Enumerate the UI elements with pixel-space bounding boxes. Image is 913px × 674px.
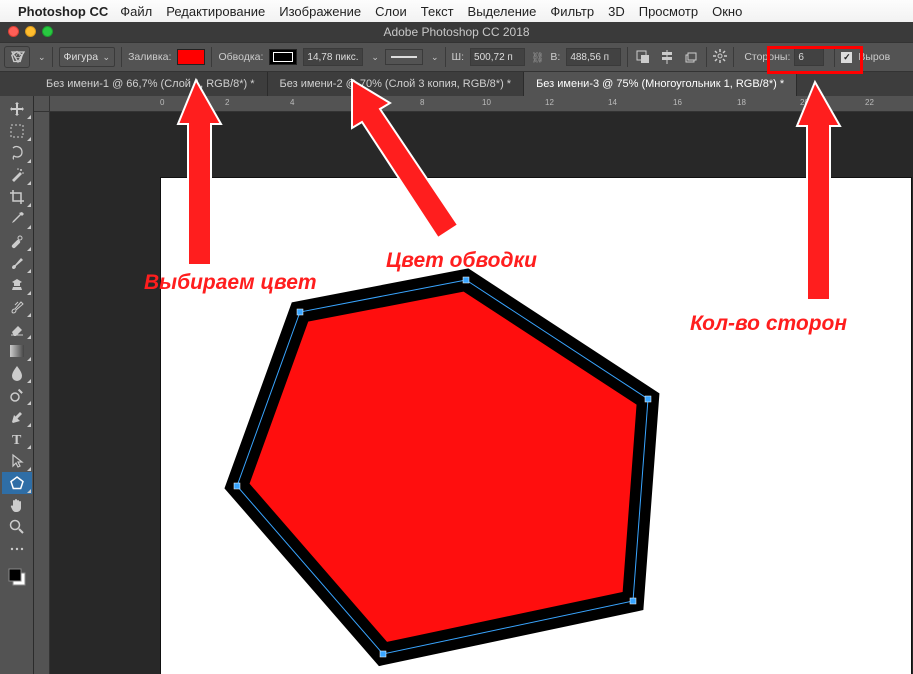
sides-value: 6 (798, 52, 804, 63)
menu-layers[interactable]: Слои (375, 4, 407, 19)
document-tab[interactable]: Без имени-2 @ 70% (Слой 3 копия, RGB/8*)… (268, 72, 525, 96)
gear-icon[interactable] (713, 49, 727, 66)
sides-field[interactable]: 6 (794, 48, 824, 66)
type-tool-icon[interactable]: T (2, 428, 32, 450)
sides-label: Стороны: (744, 51, 790, 63)
fill-label: Заливка: (128, 51, 171, 63)
path-operations-icon[interactable] (634, 48, 652, 66)
align-edges-checkbox[interactable]: ✓ (841, 52, 852, 63)
width-field[interactable]: 500,72 п (470, 48, 525, 66)
traffic-lights (8, 26, 53, 37)
polygon-tool-icon[interactable] (2, 472, 32, 494)
dropdown-arrow-icon[interactable]: ⌄ (431, 52, 439, 63)
toolbox-more-icon[interactable] (2, 538, 32, 560)
document-tabs: Без имени-1 @ 66,7% (Слой 1, RGB/8*) * Б… (0, 72, 913, 96)
document-tab[interactable]: Без имени-1 @ 66,7% (Слой 1, RGB/8*) * (34, 72, 268, 96)
clone-stamp-tool-icon[interactable] (2, 274, 32, 296)
mac-menubar: Photoshop CC Файл Редактирование Изображ… (0, 0, 913, 22)
tab-label: Без имени-1 @ 66,7% (Слой 1, RGB/8*) * (46, 78, 255, 90)
gradient-tool-icon[interactable] (2, 340, 32, 362)
path-selection-tool-icon[interactable] (2, 450, 32, 472)
lasso-tool-icon[interactable] (2, 142, 32, 164)
stroke-color-swatch[interactable] (269, 49, 297, 65)
hand-tool-icon[interactable] (2, 494, 32, 516)
tab-label: Без имени-3 @ 75% (Многоугольник 1, RGB/… (536, 78, 784, 90)
tool-mode-select[interactable]: Фигура ⌄ (59, 47, 116, 67)
path-arrangement-icon[interactable] (682, 48, 700, 66)
menu-file[interactable]: Файл (120, 4, 152, 19)
sides-group: Стороны: 6 (740, 47, 828, 67)
color-swatches-icon[interactable] (2, 566, 32, 588)
menu-window[interactable]: Окно (712, 4, 742, 19)
stroke-width-value: 14,78 пикс. (307, 52, 358, 63)
move-tool-icon[interactable] (2, 98, 32, 120)
dodge-tool-icon[interactable] (2, 384, 32, 406)
eraser-tool-icon[interactable] (2, 318, 32, 340)
menu-select[interactable]: Выделение (468, 4, 537, 19)
history-brush-tool-icon[interactable] (2, 296, 32, 318)
dropdown-arrow-icon[interactable]: ⌄ (38, 52, 46, 63)
height-value: 488,56 п (570, 52, 609, 63)
link-dimensions-icon[interactable]: ⛓ (531, 51, 544, 64)
tab-label: Без имени-2 @ 70% (Слой 3 копия, RGB/8*)… (280, 78, 512, 90)
dropdown-arrow-icon[interactable]: ⌄ (371, 52, 379, 63)
marquee-tool-icon[interactable] (2, 120, 32, 142)
tool-mode-label: Фигура (64, 51, 99, 63)
document-tab-active[interactable]: Без имени-3 @ 75% (Многоугольник 1, RGB/… (524, 72, 797, 96)
horizontal-ruler: 0 2 4 6 8 10 12 14 16 18 20 22 (50, 96, 913, 112)
eyedropper-tool-icon[interactable] (2, 208, 32, 230)
window-titlebar: Adobe Photoshop CC 2018 (0, 22, 913, 42)
stroke-width-field[interactable]: 14,78 пикс. (303, 48, 363, 66)
zoom-tool-icon[interactable] (2, 516, 32, 538)
magic-wand-tool-icon[interactable] (2, 164, 32, 186)
ruler-corner (34, 96, 50, 112)
tool-preset-picker[interactable] (4, 46, 30, 68)
window-title: Adobe Photoshop CC 2018 (383, 25, 529, 39)
toolbox: T (0, 96, 34, 674)
menu-filter[interactable]: Фильтр (550, 4, 594, 19)
pen-tool-icon[interactable] (2, 406, 32, 428)
fill-color-swatch[interactable] (177, 49, 205, 65)
crop-tool-icon[interactable] (2, 186, 32, 208)
svg-text:T: T (12, 433, 22, 446)
menu-text[interactable]: Текст (421, 4, 454, 19)
menu-image[interactable]: Изображение (279, 4, 361, 19)
healing-brush-tool-icon[interactable] (2, 230, 32, 252)
stroke-style-picker[interactable] (385, 49, 423, 65)
width-value: 500,72 п (474, 52, 513, 63)
align-edges-label: Выров (858, 51, 890, 63)
options-bar: ⌄ Фигура ⌄ Заливка: Обводка: 14,78 пикс.… (0, 42, 913, 72)
blur-tool-icon[interactable] (2, 362, 32, 384)
menubar-app-name[interactable]: Photoshop CC (18, 4, 108, 19)
dropdown-arrow-icon: ⌄ (100, 52, 110, 63)
vertical-ruler (34, 112, 50, 674)
stroke-label: Обводка: (218, 51, 263, 63)
menu-3d[interactable]: 3D (608, 4, 625, 19)
close-window-icon[interactable] (8, 26, 19, 37)
height-field[interactable]: 488,56 п (566, 48, 621, 66)
zoom-window-icon[interactable] (42, 26, 53, 37)
menu-view[interactable]: Просмотр (639, 4, 698, 19)
minimize-window-icon[interactable] (25, 26, 36, 37)
height-label: В: (550, 51, 560, 63)
path-alignment-icon[interactable] (658, 48, 676, 66)
menu-edit[interactable]: Редактирование (166, 4, 265, 19)
width-label: Ш: (452, 51, 465, 63)
brush-tool-icon[interactable] (2, 252, 32, 274)
